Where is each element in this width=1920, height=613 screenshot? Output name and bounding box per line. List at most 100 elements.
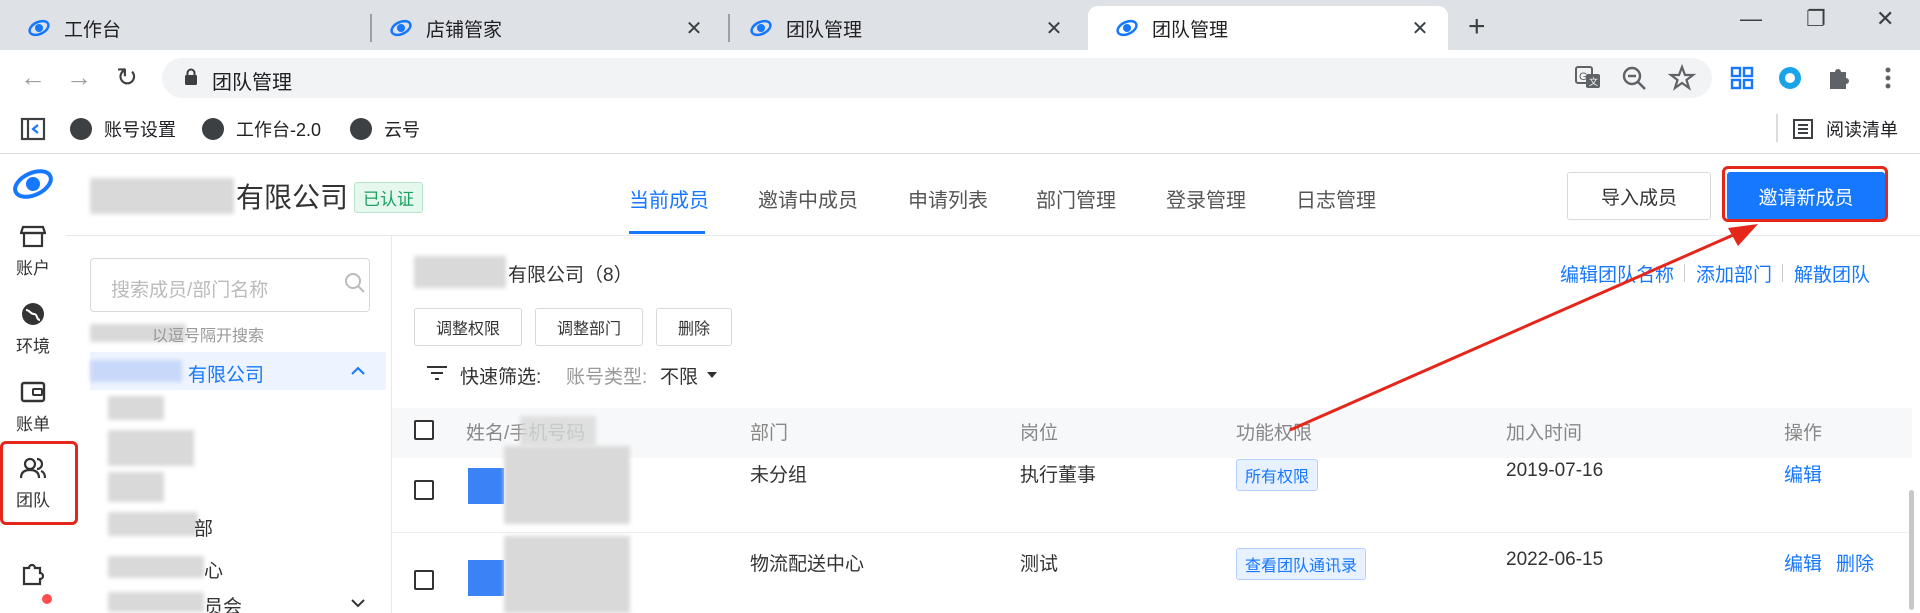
chevron-up-icon[interactable] <box>350 364 366 376</box>
tab-invited-members[interactable]: 邀请中成员 <box>758 184 858 213</box>
translate-icon[interactable]: G文 <box>1574 64 1602 92</box>
row-checkbox[interactable] <box>414 480 434 500</box>
caret-down-icon[interactable] <box>706 370 718 380</box>
restore-icon[interactable]: ❐ <box>1806 6 1826 32</box>
link-separator <box>1782 264 1783 282</box>
row-department: 物流配送中心 <box>750 554 865 575</box>
extension-q-icon[interactable] <box>1776 64 1804 92</box>
bookmark-workbench[interactable]: 工作台-2.0 <box>202 116 321 142</box>
close-icon[interactable]: ✕ <box>1042 16 1066 41</box>
tab-label: 团队管理 <box>786 19 863 41</box>
browser-tab-team-active[interactable]: 团队管理 ✕ <box>1088 6 1448 50</box>
import-members-button[interactable]: 导入成员 <box>1567 172 1711 220</box>
dissolve-team-link[interactable]: 解散团队 <box>1794 260 1870 287</box>
tree-item-label[interactable]: 心 <box>204 556 223 583</box>
address-bar[interactable]: 团队管理 <box>162 58 1712 98</box>
rail-item-environment[interactable]: 环境 <box>0 302 66 357</box>
tree-item-label[interactable]: 员会 <box>204 592 242 613</box>
edit-link[interactable]: 编辑 <box>1784 549 1822 576</box>
search-tip: 以逗号隔开搜索 <box>152 328 265 345</box>
chevron-down-icon[interactable] <box>350 598 366 610</box>
new-tab-plus-icon[interactable]: + <box>1468 10 1486 44</box>
tab-current-members[interactable]: 当前成员 <box>629 184 709 213</box>
account-type-select[interactable]: 不限 <box>660 362 698 389</box>
bookmark-label: 云号 <box>384 120 420 140</box>
rail-item-account[interactable]: 账户 <box>0 224 66 279</box>
back-arrow-icon[interactable]: ← <box>20 62 46 93</box>
close-icon[interactable]: ✕ <box>682 16 706 41</box>
tree-mask <box>108 592 204 612</box>
rail-item-bills[interactable]: 账单 <box>0 380 66 435</box>
member-name-mask <box>504 536 630 613</box>
link-separator <box>1684 264 1685 282</box>
browser-tab-team[interactable]: 团队管理 ✕ <box>722 6 1082 50</box>
plugin-icon[interactable] <box>20 560 46 586</box>
bookmark-cloud[interactable]: 云号 <box>350 116 420 142</box>
lock-icon <box>185 68 197 85</box>
member-search-input[interactable]: 搜索成员/部门名称 <box>90 258 370 312</box>
globe-icon <box>22 303 44 325</box>
browser-tab-shop[interactable]: 店铺管家 ✕ <box>362 6 722 50</box>
globe-icon <box>350 118 372 140</box>
notification-dot <box>42 594 52 604</box>
app-logo-icon[interactable] <box>12 166 54 202</box>
col-join-date: 加入时间 <box>1506 423 1583 444</box>
star-bookmark-icon[interactable] <box>1668 64 1696 92</box>
table-scrollbar[interactable] <box>1909 490 1914 610</box>
adjust-department-button[interactable]: 调整部门 <box>535 308 643 346</box>
minimize-icon[interactable]: — <box>1740 6 1762 32</box>
tab-logs[interactable]: 日志管理 <box>1296 184 1376 213</box>
reading-list-label: 阅读清单 <box>1826 120 1898 140</box>
tab-label: 店铺管家 <box>426 19 503 41</box>
verified-badge: 已认证 <box>354 182 423 213</box>
puzzle-extensions-icon[interactable] <box>1824 64 1852 92</box>
tree-selected-label: 有限公司 <box>188 365 265 386</box>
app-logo-icon <box>750 19 772 37</box>
row-divider <box>392 532 1912 533</box>
extension-grid-icon[interactable] <box>1728 64 1756 92</box>
permission-tag: 查看团队通讯录 <box>1236 548 1367 580</box>
app-logo-icon <box>390 19 412 37</box>
col-department: 部门 <box>750 423 789 444</box>
row-join-date: 2019-07-16 <box>1506 460 1604 481</box>
window-close-icon[interactable]: ✕ <box>1876 6 1894 32</box>
zoom-out-icon[interactable] <box>1620 64 1648 92</box>
shop-icon <box>20 225 46 248</box>
team-breadcrumb: 有限公司（8） <box>508 265 633 286</box>
edit-team-name-link[interactable]: 编辑团队名称 <box>1560 260 1674 287</box>
more-menu-icon[interactable] <box>1874 64 1902 92</box>
active-tab-indicator <box>629 231 705 234</box>
browser-tab-workbench[interactable]: 工作台 <box>0 6 370 50</box>
globe-icon <box>70 118 92 140</box>
tree-mask <box>108 396 164 420</box>
app-side-rail: 账户 环境 账单 团队 <box>0 154 66 613</box>
tab-login-management[interactable]: 登录管理 <box>1166 184 1246 213</box>
delete-button[interactable]: 删除 <box>656 308 732 346</box>
quick-filter-label: 快速筛选: <box>460 367 542 388</box>
add-department-link[interactable]: 添加部门 <box>1696 260 1772 287</box>
bookmark-separator <box>1776 114 1778 142</box>
row-position: 测试 <box>1020 554 1059 575</box>
tab-departments[interactable]: 部门管理 <box>1036 184 1116 213</box>
search-icon[interactable] <box>344 272 366 294</box>
reading-list-button[interactable]: 阅读清单 <box>1792 116 1898 142</box>
forward-arrow-icon[interactable]: → <box>66 62 92 93</box>
delete-link[interactable]: 删除 <box>1836 549 1874 576</box>
reload-icon[interactable]: ↻ <box>116 62 138 93</box>
bookmark-label: 工作台-2.0 <box>236 120 322 140</box>
edit-link[interactable]: 编辑 <box>1784 460 1822 487</box>
sidebar-panel-icon[interactable] <box>20 116 46 142</box>
tab-label: 团队管理 <box>1152 19 1229 41</box>
tree-mask <box>108 512 198 536</box>
close-icon[interactable]: ✕ <box>1408 16 1432 41</box>
row-checkbox[interactable] <box>414 570 434 590</box>
filter-icon <box>427 366 447 380</box>
tree-item-label[interactable]: 部 <box>194 514 213 541</box>
select-all-checkbox[interactable] <box>414 420 434 440</box>
avatar <box>468 468 504 504</box>
tab-applications[interactable]: 申请列表 <box>908 184 988 213</box>
tree-selected-mask <box>90 360 182 382</box>
bookmark-account-settings[interactable]: 账号设置 <box>70 116 176 142</box>
adjust-permission-button[interactable]: 调整权限 <box>414 308 522 346</box>
app-logo-icon <box>1116 19 1138 37</box>
